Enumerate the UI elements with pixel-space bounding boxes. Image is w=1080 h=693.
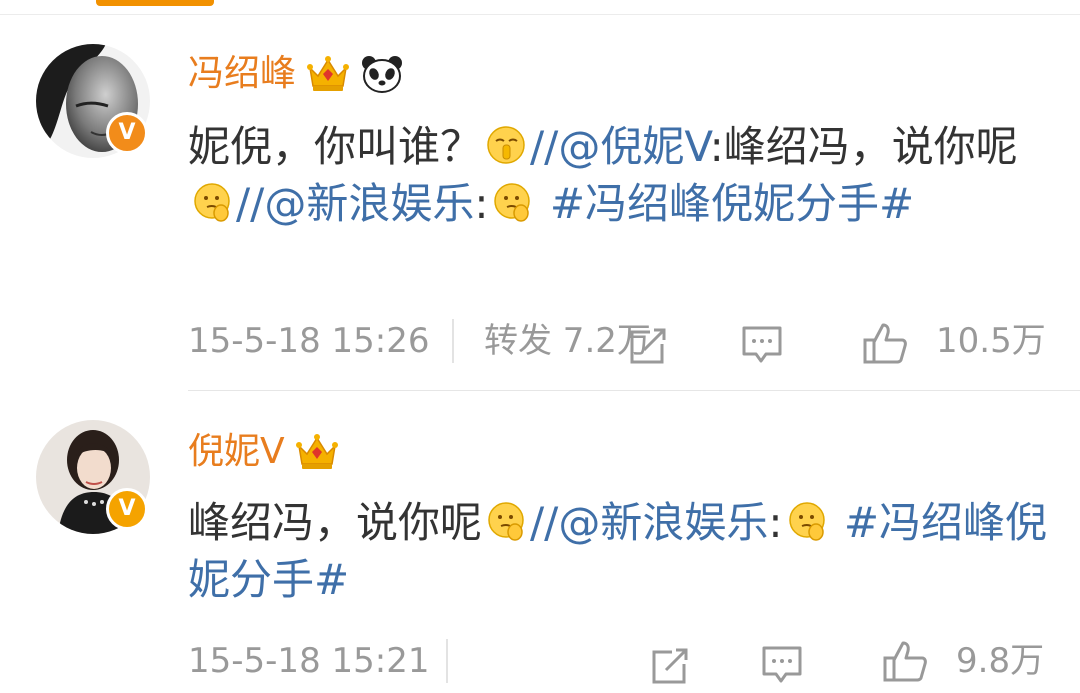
post-divider — [188, 390, 1080, 391]
mention-link[interactable]: @倪妮V — [558, 122, 709, 171]
thinking-emoji-icon — [788, 502, 825, 541]
username-row: 倪妮V — [188, 430, 339, 474]
topic-link[interactable]: #冯绍峰倪妮分手# — [550, 179, 914, 228]
thinking-emoji-icon — [494, 183, 531, 222]
mention-link[interactable]: @新浪娱乐 — [558, 498, 768, 547]
verified-badge-icon: V — [106, 488, 148, 530]
avatar[interactable]: V — [36, 44, 150, 158]
top-divider — [0, 14, 1080, 15]
like-count: 9.8万 — [956, 641, 1045, 681]
crown-icon — [295, 434, 338, 469]
repost-separator: // — [530, 122, 559, 171]
share-icon[interactable] — [626, 321, 670, 371]
post-time: 15-5-18 15:26 — [188, 321, 430, 361]
thinking-emoji-icon — [488, 502, 524, 541]
post-text: 峰绍冯，说你呢 — [188, 498, 483, 547]
top-tab-indicator — [96, 0, 214, 6]
comment-icon[interactable] — [760, 640, 804, 690]
post-content: 峰绍冯，说你呢//@新浪娱乐: #冯绍峰倪妮分手# — [188, 494, 1048, 608]
post-content: 妮倪，你叫谁？//@倪妮V:峰绍冯，说你呢//@新浪娱乐: #冯绍峰倪妮分手# — [188, 118, 1048, 232]
mention-link[interactable]: @新浪娱乐 — [264, 179, 474, 228]
post-time: 15-5-18 15:21 — [188, 641, 430, 681]
post-text: 妮倪，你叫谁？ — [188, 122, 483, 171]
like-icon[interactable] — [862, 318, 908, 368]
footer-separator — [446, 639, 448, 683]
crown-icon — [307, 56, 350, 91]
post-text: :峰绍冯，说你呢 — [709, 122, 1018, 171]
avatar[interactable]: V — [36, 420, 150, 534]
like-icon[interactable] — [882, 636, 928, 686]
verified-badge-icon: V — [106, 112, 148, 154]
repost-separator: // — [236, 179, 265, 228]
like-count: 10.5万 — [936, 321, 1046, 361]
shush-emoji-icon — [487, 126, 525, 164]
panda-icon — [362, 56, 403, 93]
username-row: 冯绍峰 — [188, 52, 404, 96]
repost-separator: // — [530, 498, 559, 547]
username[interactable]: 冯绍峰 — [188, 52, 296, 96]
post-footer: 15-5-18 15:26 转发 7.2万 10.5万 — [188, 316, 1048, 366]
post-text: : — [768, 498, 783, 547]
comment-icon[interactable] — [740, 320, 784, 370]
post-footer: 15-5-18 15:21 9.8万 — [188, 636, 1048, 686]
share-icon[interactable] — [648, 641, 692, 691]
post-text: : — [474, 179, 489, 228]
username[interactable]: 倪妮V — [188, 430, 285, 474]
thinking-emoji-icon — [194, 183, 230, 222]
footer-separator — [452, 319, 454, 363]
